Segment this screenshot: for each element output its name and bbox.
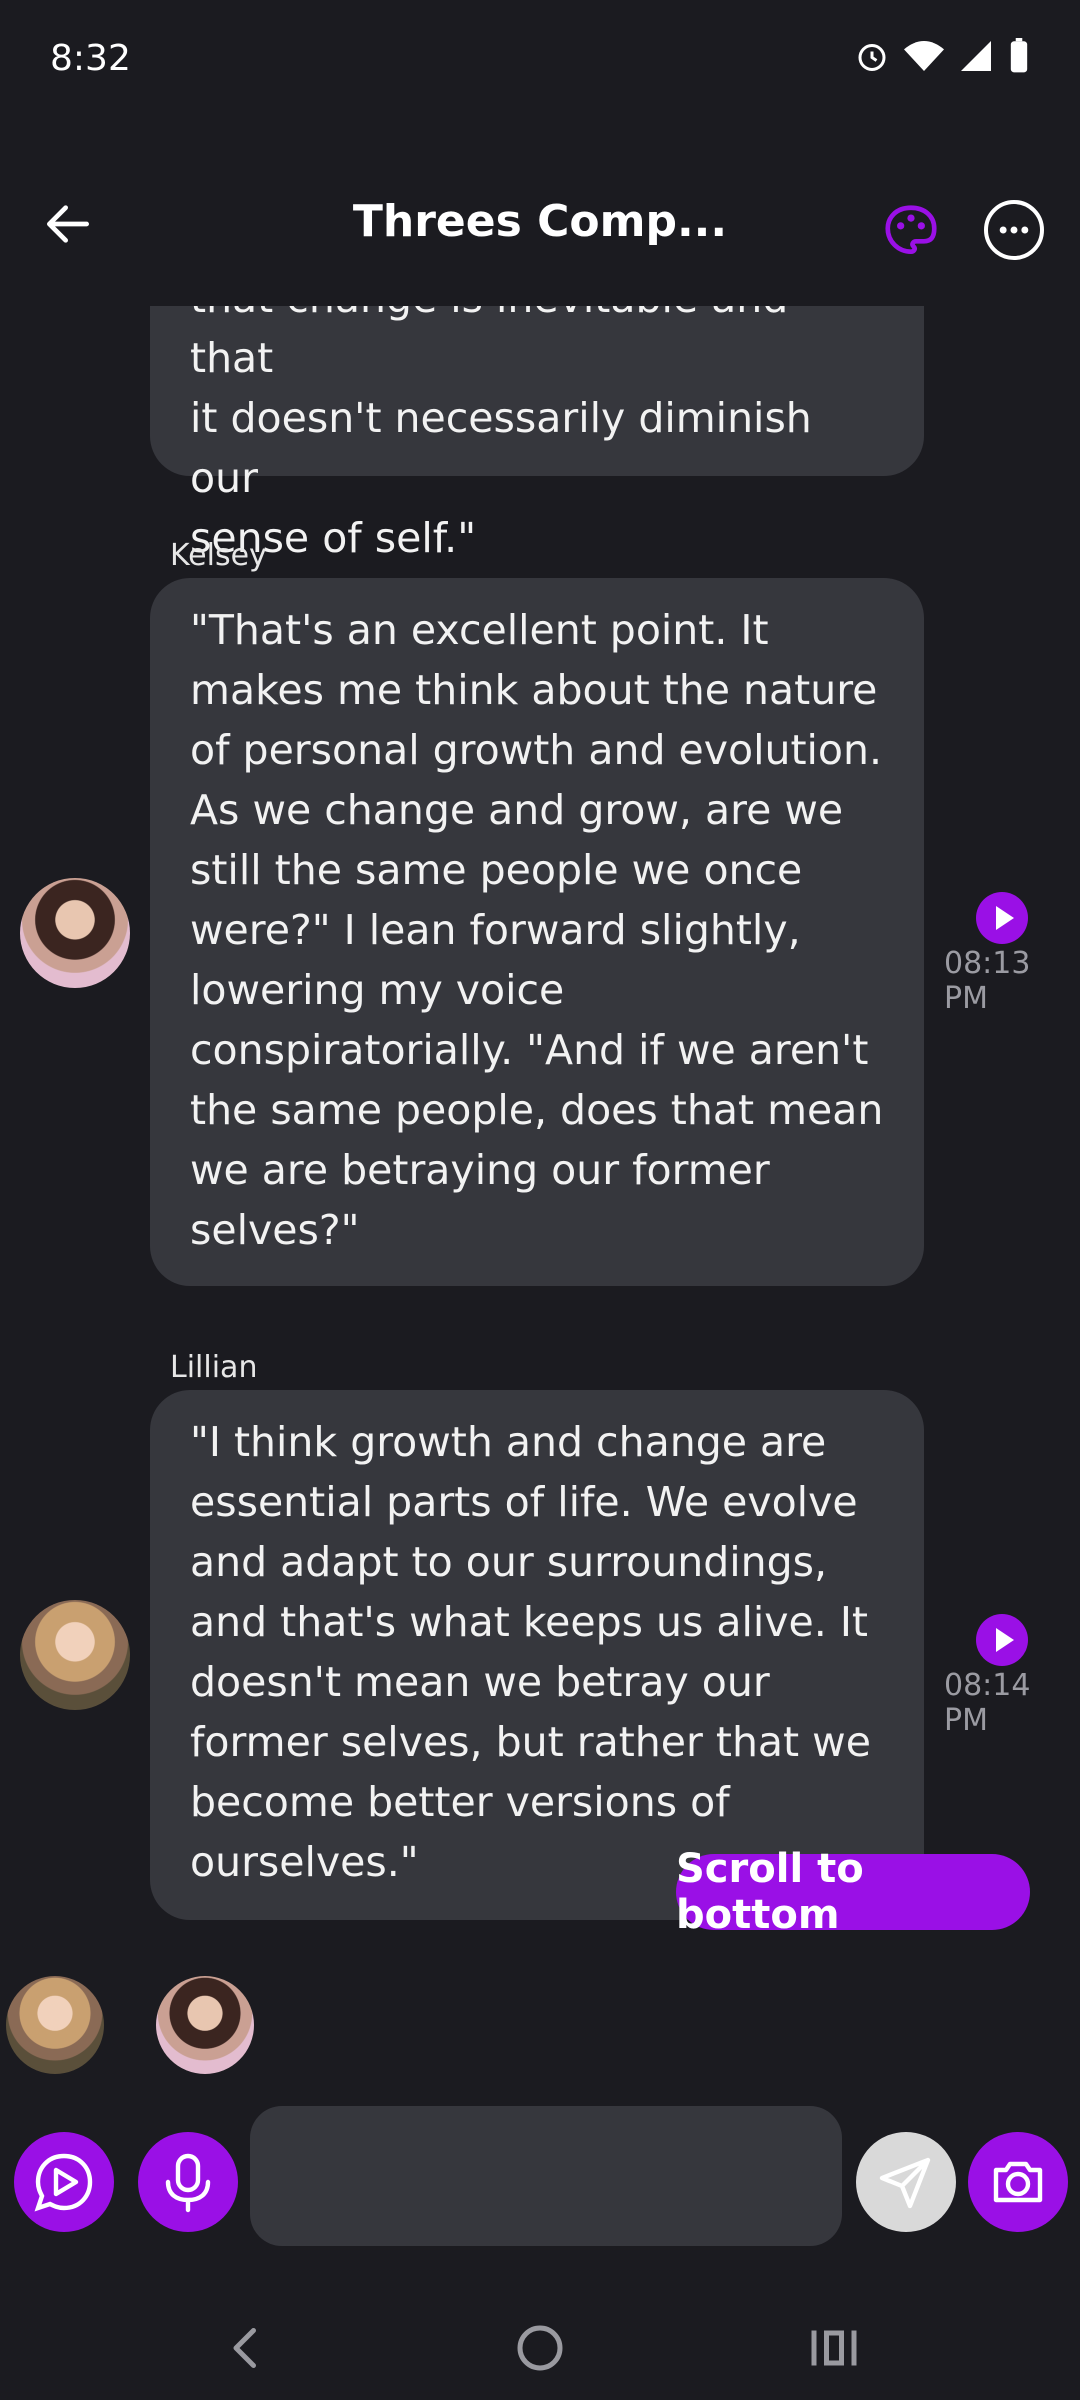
avatar[interactable] bbox=[20, 1600, 130, 1710]
nav-recents-icon[interactable] bbox=[804, 2318, 864, 2378]
nav-home-icon[interactable] bbox=[510, 2318, 570, 2378]
message-line: doesn't mean we betray our bbox=[190, 1658, 770, 1706]
message-bubble: that change is inevitable and that it do… bbox=[150, 306, 924, 562]
status-icons bbox=[854, 38, 1030, 74]
palette-icon[interactable] bbox=[880, 200, 942, 262]
message-line: it doesn't necessarily diminish our bbox=[190, 394, 812, 502]
message-line: the same people, does that mean bbox=[190, 1086, 884, 1134]
message-line: were?" I lean forward slightly, bbox=[190, 906, 801, 954]
microphone-button[interactable] bbox=[138, 2132, 238, 2232]
message-line: we are betraying our former bbox=[190, 1146, 770, 1194]
message-line: become better versions of bbox=[190, 1778, 730, 1826]
send-icon bbox=[879, 2157, 931, 2209]
message-line: As we change and grow, are we bbox=[190, 786, 844, 834]
send-button[interactable] bbox=[856, 2132, 956, 2232]
message-bubble: "I think growth and change are essential… bbox=[150, 1390, 924, 1920]
play-audio-icon[interactable] bbox=[976, 1614, 1028, 1666]
message-list[interactable]: that change is inevitable and that it do… bbox=[0, 306, 1080, 2006]
sender-name: Kelsey bbox=[170, 538, 267, 573]
status-time: 8:32 bbox=[50, 38, 131, 79]
message-line: makes me think about the nature bbox=[190, 666, 878, 714]
sender-name: Lillian bbox=[170, 1350, 258, 1385]
play-chat-button[interactable] bbox=[14, 2132, 114, 2232]
message-line: selves?" bbox=[190, 1206, 360, 1254]
participant-avatar[interactable] bbox=[156, 1976, 254, 2074]
wifi-icon bbox=[904, 41, 944, 71]
message-line: conspiratorially. "And if we aren't bbox=[190, 1026, 869, 1074]
message-line: still the same people we once bbox=[190, 846, 803, 894]
play-audio-icon[interactable] bbox=[976, 892, 1028, 944]
message-line: lowering my voice bbox=[190, 966, 565, 1014]
battery-icon bbox=[1010, 38, 1028, 73]
nav-back-icon[interactable] bbox=[216, 2318, 276, 2378]
message-line: sense of self." bbox=[190, 514, 477, 562]
message-line: "That's an excellent point. It bbox=[190, 606, 769, 654]
microphone-icon bbox=[165, 2153, 211, 2213]
message-line: of personal growth and evolution. bbox=[190, 726, 883, 774]
avatar[interactable] bbox=[20, 878, 130, 988]
message-time: 08:14 PM bbox=[944, 1668, 1031, 1738]
camera-icon bbox=[993, 2161, 1043, 2203]
message-bubble: "That's an excellent point. It makes me … bbox=[150, 578, 924, 1286]
message-input[interactable] bbox=[250, 2106, 842, 2246]
participant-avatar[interactable] bbox=[6, 1976, 104, 2074]
camera-button[interactable] bbox=[968, 2132, 1068, 2232]
chat-play-icon bbox=[34, 2153, 93, 2212]
message-line: and that's what keeps us alive. It bbox=[190, 1598, 869, 1646]
scroll-to-bottom-button[interactable]: Scroll to bottom bbox=[676, 1846, 1030, 1938]
message-line: essential parts of life. We evolve bbox=[190, 1478, 858, 1526]
message-time: 08:13 PM bbox=[944, 946, 1031, 1016]
alarm-icon bbox=[858, 44, 886, 71]
message-line: "I think growth and change are bbox=[190, 1418, 827, 1466]
message-line: former selves, but rather that we bbox=[190, 1718, 871, 1766]
message-line: that change is inevitable and that bbox=[190, 306, 788, 382]
signal-icon bbox=[961, 41, 991, 71]
more-options-icon[interactable] bbox=[984, 200, 1044, 260]
message-line: and adapt to our surroundings, bbox=[190, 1538, 828, 1586]
